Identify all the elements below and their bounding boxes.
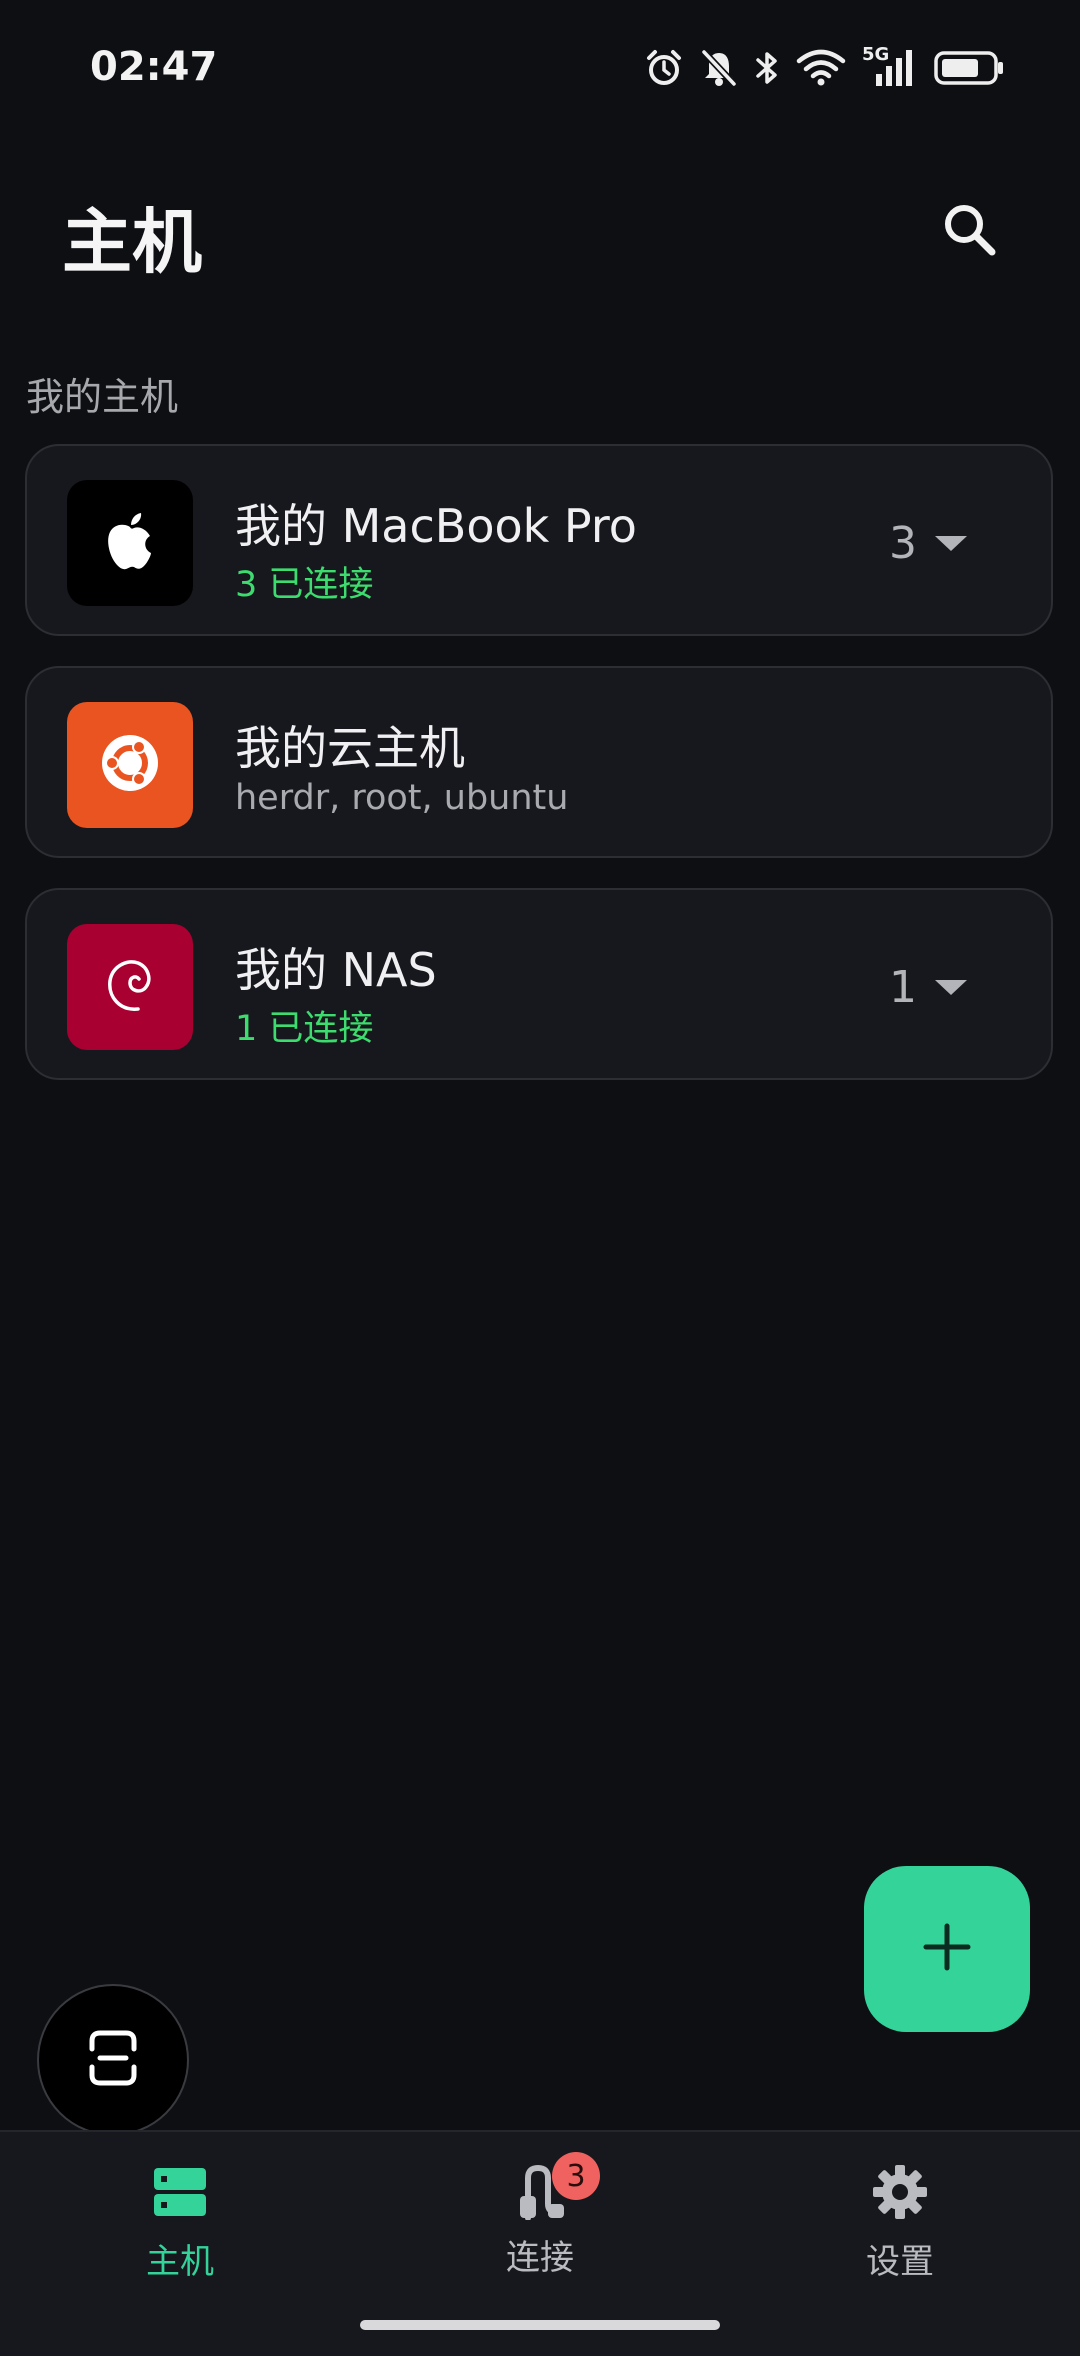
- host-name: 我的 NAS: [235, 943, 437, 997]
- alarm-icon: [644, 48, 684, 88]
- floating-window-icon: [86, 2029, 140, 2091]
- battery-icon: [934, 50, 1004, 86]
- nav-label: 连接: [506, 2238, 574, 2278]
- host-name: 我的云主机: [235, 721, 465, 775]
- apple-icon: [102, 509, 158, 577]
- host-status: 1 已连接: [235, 1009, 374, 1049]
- host-card-nas[interactable]: 我的 NAS 1 已连接 1: [25, 888, 1053, 1080]
- nav-label: 主机: [146, 2242, 214, 2282]
- session-count: 1: [889, 962, 917, 1013]
- chevron-down-icon: [935, 980, 967, 995]
- section-label: 我的主机: [26, 375, 179, 419]
- chevron-down-icon: [935, 536, 967, 551]
- session-count-dropdown[interactable]: 3: [889, 518, 967, 569]
- nav-item-settings[interactable]: 设置: [800, 2164, 1000, 2283]
- mute-bell-icon: [700, 48, 738, 88]
- 5g-signal-icon: 5G: [862, 44, 918, 88]
- nav-item-connections[interactable]: 3 连接: [440, 2152, 640, 2279]
- session-count-dropdown[interactable]: 1: [889, 962, 967, 1013]
- ubuntu-icon: [98, 731, 162, 799]
- host-users: herdr, root, ubuntu: [235, 778, 569, 818]
- connection-count-badge: 3: [552, 2152, 600, 2200]
- status-icons: 5G: [644, 44, 1004, 88]
- wifi-icon: [796, 49, 846, 87]
- gear-icon: [872, 2164, 928, 2224]
- plus-icon: [922, 1922, 972, 1976]
- status-time: 02:47: [90, 44, 218, 90]
- host-card-cloud[interactable]: 我的云主机 herdr, root, ubuntu: [25, 666, 1053, 858]
- host-icon-container: [67, 924, 193, 1050]
- home-indicator: [360, 2320, 720, 2330]
- nav-item-hosts[interactable]: 主机: [80, 2164, 280, 2283]
- host-status: 3 已连接: [235, 565, 374, 605]
- debian-icon: [98, 953, 162, 1021]
- session-count: 3: [889, 518, 917, 569]
- host-card-macbook[interactable]: 我的 MacBook Pro 3 已连接 3: [25, 444, 1053, 636]
- nav-label: 设置: [866, 2242, 934, 2282]
- host-icon-container: [67, 702, 193, 828]
- floating-window-button[interactable]: [37, 1984, 189, 2136]
- status-bar: 02:47 5G: [0, 0, 1080, 140]
- search-icon: [940, 200, 1000, 264]
- server-icon: [152, 2164, 208, 2224]
- host-name: 我的 MacBook Pro: [235, 499, 637, 553]
- add-host-button[interactable]: [864, 1866, 1030, 2032]
- bluetooth-icon: [754, 48, 780, 88]
- host-icon-container: [67, 480, 193, 606]
- search-button[interactable]: [930, 192, 1010, 272]
- page-title: 主机: [62, 201, 202, 283]
